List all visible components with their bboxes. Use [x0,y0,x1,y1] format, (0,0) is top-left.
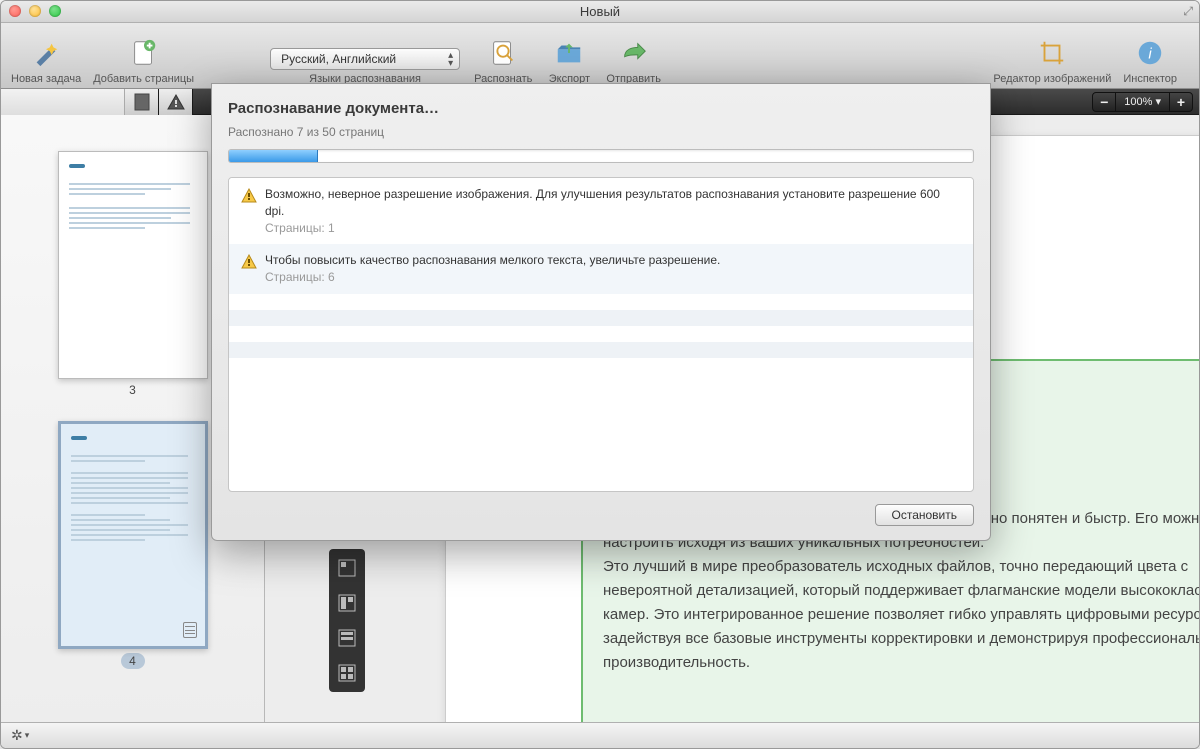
inspector-label: Инспектор [1123,73,1177,85]
info-icon: i [1133,36,1167,70]
zoom-control: − 100% ▾ + [1092,92,1193,112]
warning-icon [241,254,257,270]
export-button[interactable]: Экспорт [544,36,594,88]
inspector-button[interactable]: i Инспектор [1123,36,1177,88]
warning-pages: Страницы: 1 [265,220,961,237]
progress-bar [228,149,974,163]
page-thumbnail-selected[interactable] [58,421,208,649]
warning-row[interactable]: Чтобы повысить качество распознавания ме… [229,244,973,294]
send-button[interactable]: Отправить [606,36,661,88]
warning-row[interactable]: Возможно, неверное разрешение изображени… [229,178,973,244]
page-number-selected: 4 [121,653,145,669]
warning-text: Чтобы повысить качество распознавания ме… [265,252,720,269]
fullscreen-icon[interactable]: ⤢ [1183,4,1193,19]
footer-bar: ✲▾ [1,722,1199,748]
dialog-title: Распознавание документа… [228,100,974,117]
list-row-empty [229,358,973,374]
title-bar: Новый ⤢ [1,1,1199,23]
layout4-icon[interactable] [331,656,363,690]
list-row-empty [229,326,973,342]
toolbar: Новая задача Добавить страницы Русский, … [1,23,1199,89]
vertical-toolbar [329,549,365,692]
new-task-button[interactable]: Новая задача [11,36,81,88]
image-editor-label: Редактор изображений [993,73,1111,85]
chevron-updown-icon: ▴▾ [448,52,453,68]
add-pages-label: Добавить страницы [93,73,194,85]
layout1-icon[interactable] [331,551,363,585]
layout3-icon[interactable] [331,621,363,655]
language-select[interactable]: Русский, Английский ▴▾ [270,48,460,70]
close-icon[interactable] [9,5,21,17]
recognize-button[interactable]: Распознать [474,36,532,88]
warning-pages: Страницы: 6 [265,269,720,286]
send-arrow-icon [617,36,651,70]
page-thumbnail[interactable] [58,151,208,379]
warning-tab-icon[interactable] [159,89,193,115]
wand-icon [29,36,63,70]
layout2-icon[interactable] [331,586,363,620]
gear-icon: ✲ [11,727,23,744]
window-title: Новый [1,4,1199,19]
warning-icon [241,188,257,204]
page-tab-icon[interactable] [125,89,159,115]
zoom-out-button[interactable]: − [1092,92,1116,112]
warning-list: Возможно, неверное разрешение изображени… [228,177,974,492]
minimize-icon[interactable] [29,5,41,17]
progress-fill [229,150,318,162]
traffic-lights [9,5,61,17]
app-window: Новый ⤢ Новая задача Добавить страницы Р… [0,0,1200,749]
gear-menu-button[interactable]: ✲▾ [11,727,29,744]
language-group: Русский, Английский ▴▾ Языки распознаван… [270,48,460,85]
add-page-icon [127,36,161,70]
folder-export-icon [552,36,586,70]
progress-dialog: Распознавание документа… Распознано 7 из… [211,83,991,541]
crop-icon [1035,36,1069,70]
stop-button[interactable]: Остановить [875,504,975,526]
text-page-icon [183,622,197,638]
magnifier-page-icon [486,36,520,70]
image-editor-button[interactable]: Редактор изображений [993,36,1111,88]
language-selected: Русский, Английский [281,52,396,66]
zoom-level[interactable]: 100% ▾ [1116,92,1169,112]
new-task-label: Новая задача [11,73,81,85]
list-row-empty [229,342,973,358]
dialog-subtitle: Распознано 7 из 50 страниц [228,125,974,139]
list-row-empty [229,294,973,310]
zoom-in-button[interactable]: + [1169,92,1193,112]
list-row-empty [229,310,973,326]
add-pages-button[interactable]: Добавить страницы [93,36,194,88]
zoom-icon[interactable] [49,5,61,17]
warning-text: Возможно, неверное разрешение изображени… [265,186,961,220]
